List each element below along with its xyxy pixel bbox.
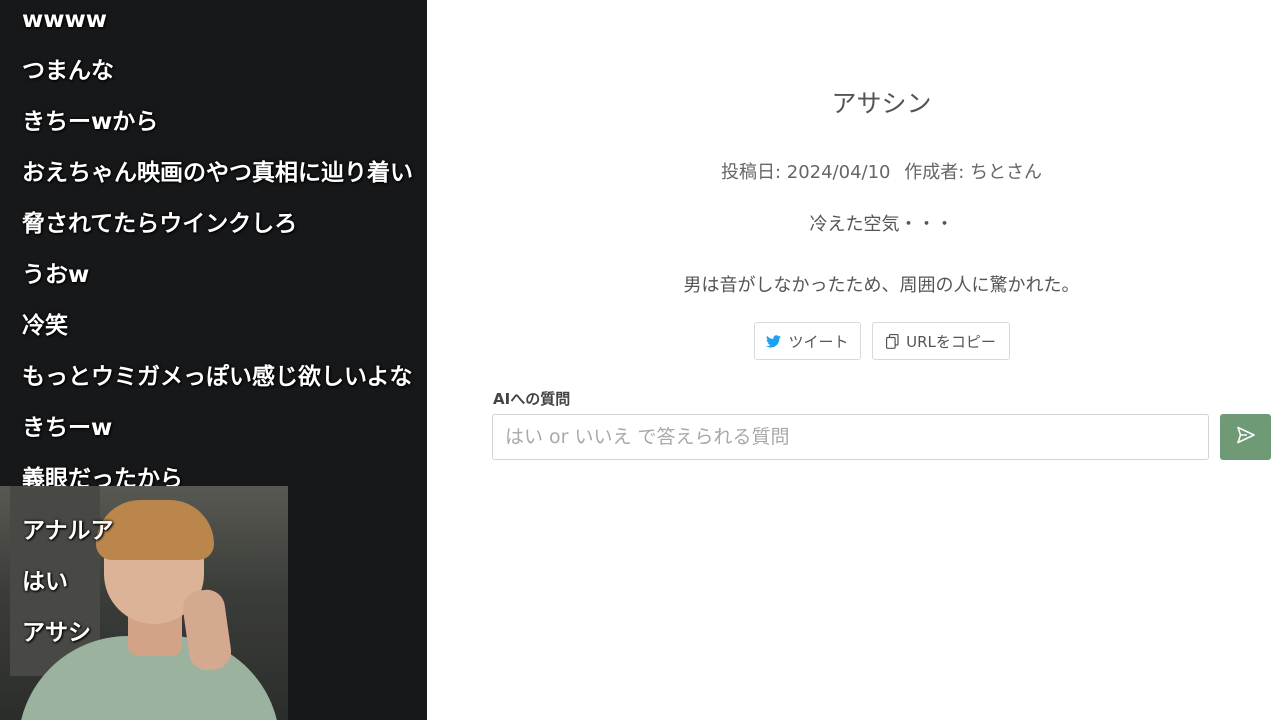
chat-message: アサシ [22,620,91,646]
copy-icon [886,333,899,349]
tweet-button[interactable]: ツイート [754,322,861,360]
chat-message: 脅されてたらウインクしろ [22,211,298,237]
post-meta: 投稿日: 2024/04/10 作成者: ちとさん [427,158,1280,184]
chat-message: はい [22,569,68,595]
twitter-bird-icon [766,334,782,348]
copy-url-button[interactable]: URLをコピー [872,322,1010,360]
chat-message: つまんな [22,58,114,84]
puzzle-summary: 冷えた空気・・・ [809,214,954,235]
post-date: 投稿日: 2024/04/10 [720,162,891,183]
tweet-label: ツイート [788,332,849,351]
question-input[interactable] [492,414,1209,460]
chat-message: きちーw [22,415,113,441]
chat-message: もっとウミガメっぽい感じ欲しいよな [22,364,413,390]
chat-message: 冷笑 [22,313,68,339]
chat-message: wwww [22,7,107,33]
stream-chat-panel: wwww つまんな きちーwから おえちゃん映画のやつ真相に辿り着い 脅されてた… [0,0,427,720]
copy-url-label: URLをコピー [906,332,996,351]
chat-message: おえちゃん映画のやつ真相に辿り着い [22,160,413,186]
puzzle-page: アサシン 投稿日: 2024/04/10 作成者: ちとさん 冷えた空気・・・ … [427,0,1280,720]
puzzle-answer: 男は音がしなかったため、周囲の人に驚かれた。 [683,275,1080,296]
send-button[interactable] [1220,414,1271,460]
send-icon [1236,426,1256,448]
chat-message: うおw [22,262,90,288]
chat-message: きちーwから [22,109,159,135]
post-author: 作成者: ちとさん [904,162,1043,183]
page-title: アサシン [831,89,932,118]
ask-ai-label: AIへの質問 [493,390,571,408]
chat-message: アナルア [22,518,114,544]
